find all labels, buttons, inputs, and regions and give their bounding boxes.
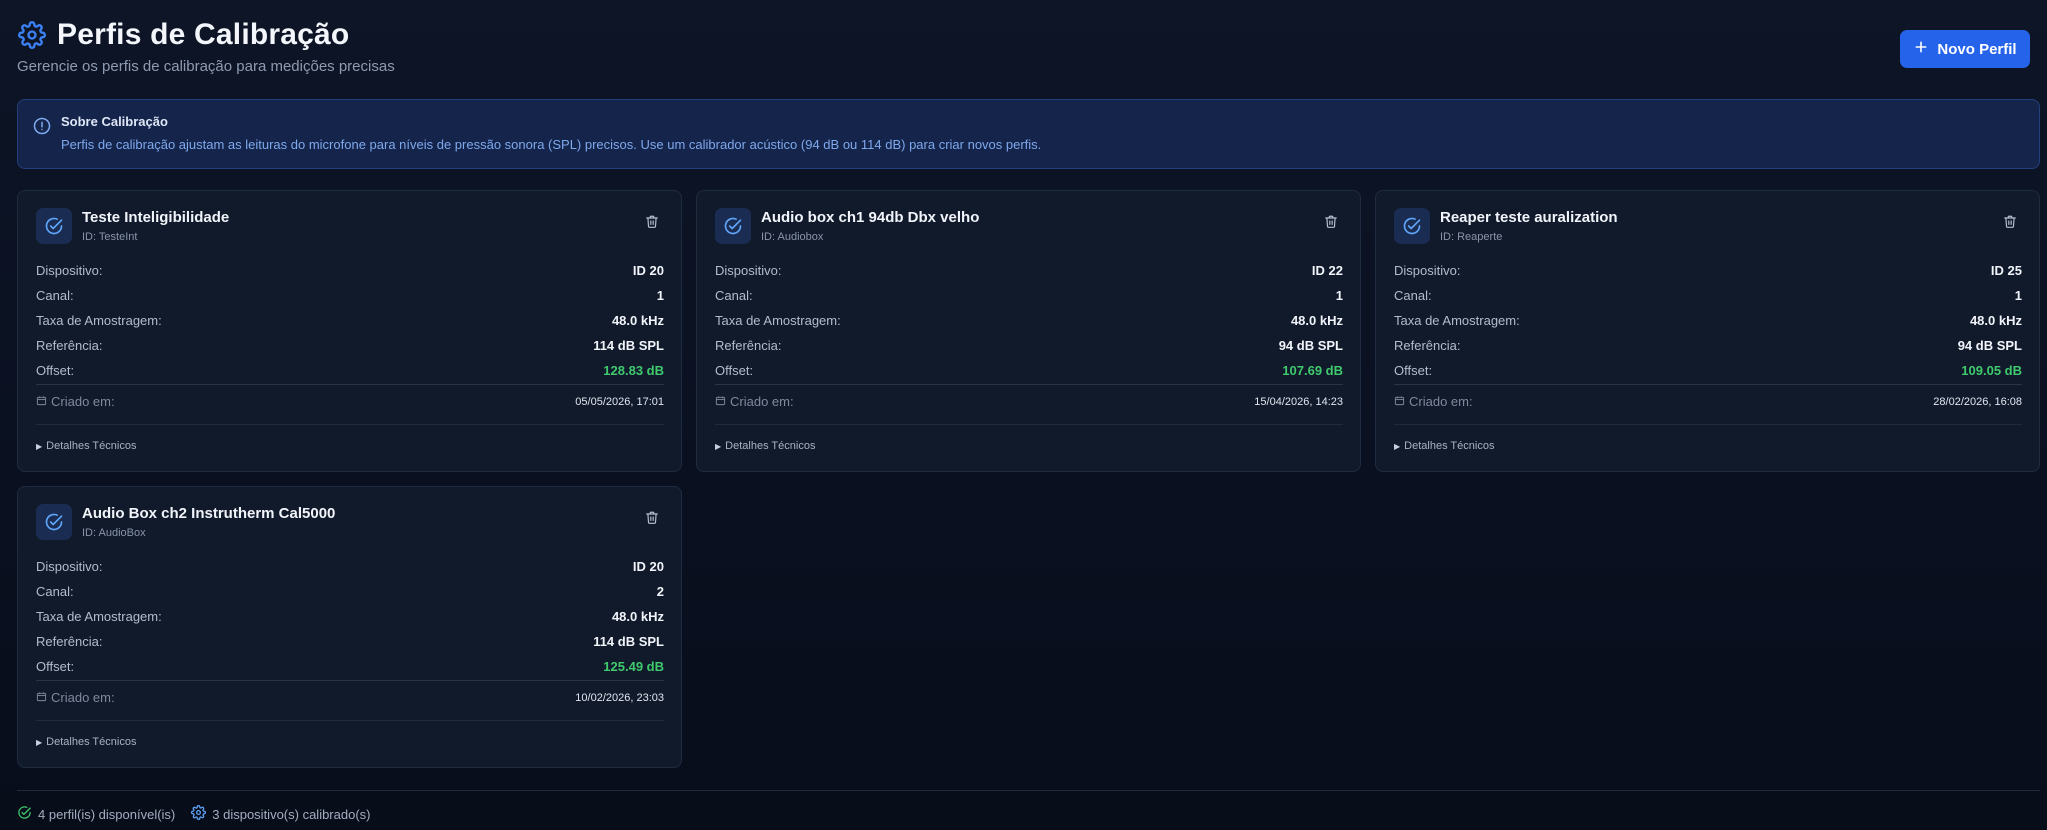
offset-row: Offset: 109.05 dB [1394, 363, 2022, 378]
device-row: Dispositivo: ID 25 [1394, 263, 2022, 278]
sample-rate-row: Taxa de Amostragem: 48.0 kHz [1394, 313, 2022, 328]
profile-id: ID: TesteInt [82, 231, 138, 243]
technical-details-toggle[interactable]: ▶ Detalhes Técnicos [1394, 440, 1494, 452]
channel-row: Canal: 2 [36, 584, 664, 599]
technical-details-toggle[interactable]: ▶ Detalhes Técnicos [715, 440, 815, 452]
triangle-right-icon: ▶ [36, 441, 43, 451]
divider [715, 424, 1343, 425]
sample-rate-row: Taxa de Amostragem: 48.0 kHz [36, 313, 664, 328]
triangle-right-icon: ▶ [36, 737, 43, 747]
technical-details-toggle[interactable]: ▶ Detalhes Técnicos [36, 736, 136, 748]
created-row: Criado em: 10/02/2026, 23:03 [36, 690, 664, 705]
divider [36, 384, 664, 385]
profile-card: Reaper teste auralization ID: Reaperte D… [1375, 190, 2040, 472]
divider [1394, 384, 2022, 385]
created-row: Criado em: 05/05/2026, 17:01 [36, 394, 664, 409]
page-subtitle: Gerencie os perfis de calibração para me… [17, 58, 395, 75]
profile-id: ID: Reaperte [1440, 231, 1503, 243]
calendar-icon [36, 690, 47, 705]
gear-icon [191, 805, 207, 823]
profile-name: Reaper teste auralization [1440, 209, 1618, 226]
profile-id: ID: AudioBox [82, 527, 146, 539]
footer-divider [17, 790, 2040, 791]
trash-icon[interactable] [645, 510, 659, 530]
calibration-info-box: Sobre Calibração Perfis de calibração aj… [17, 99, 2040, 169]
profile-name: Audio Box ch2 Instrutherm Cal5000 [82, 505, 336, 522]
divider [36, 680, 664, 681]
profile-card: Audio box ch1 94db Dbx velho ID: Audiobo… [696, 190, 1361, 472]
check-circle-icon [17, 805, 32, 823]
reference-row: Referência: 94 dB SPL [715, 338, 1343, 353]
device-row: Dispositivo: ID 20 [36, 559, 664, 574]
check-circle-icon [715, 208, 751, 244]
offset-row: Offset: 128.83 dB [36, 363, 664, 378]
profile-name: Teste Inteligibilidade [82, 209, 230, 226]
check-circle-icon [1394, 208, 1430, 244]
calendar-icon [715, 394, 726, 409]
trash-icon[interactable] [1324, 214, 1338, 234]
channel-row: Canal: 1 [715, 288, 1343, 303]
devices-count: 3 dispositivo(s) calibrado(s) [212, 806, 371, 822]
alert-circle-icon [33, 117, 51, 140]
profile-card: Teste Inteligibilidade ID: TesteInt Disp… [17, 190, 682, 472]
offset-row: Offset: 107.69 dB [715, 363, 1343, 378]
plus-icon [1913, 39, 1929, 59]
divider [1394, 424, 2022, 425]
created-row: Criado em: 28/02/2026, 16:08 [1394, 394, 2022, 409]
info-text: Perfis de calibração ajustam as leituras… [61, 137, 1042, 152]
calendar-icon [1394, 394, 1405, 409]
sample-rate-row: Taxa de Amostragem: 48.0 kHz [36, 609, 664, 624]
reference-row: Referência: 114 dB SPL [36, 338, 664, 353]
check-circle-icon [36, 208, 72, 244]
profile-name: Audio box ch1 94db Dbx velho [761, 209, 980, 226]
triangle-right-icon: ▶ [715, 441, 722, 451]
profile-id: ID: Audiobox [761, 231, 824, 243]
triangle-right-icon: ▶ [1394, 441, 1401, 451]
channel-row: Canal: 1 [36, 288, 664, 303]
new-profile-label: Novo Perfil [1937, 40, 2017, 58]
device-row: Dispositivo: ID 20 [36, 263, 664, 278]
technical-details-toggle[interactable]: ▶ Detalhes Técnicos [36, 440, 136, 452]
trash-icon[interactable] [2003, 214, 2017, 234]
divider [36, 720, 664, 721]
profiles-count: 4 perfil(is) disponível(is) [38, 806, 176, 822]
divider [36, 424, 664, 425]
gear-icon [17, 20, 47, 50]
device-row: Dispositivo: ID 22 [715, 263, 1343, 278]
profile-card: Audio Box ch2 Instrutherm Cal5000 ID: Au… [17, 486, 682, 768]
check-circle-icon [36, 504, 72, 540]
sample-rate-row: Taxa de Amostragem: 48.0 kHz [715, 313, 1343, 328]
created-row: Criado em: 15/04/2026, 14:23 [715, 394, 1343, 409]
page-header: Perfis de Calibração Gerencie os perfis … [17, 18, 2030, 80]
info-title: Sobre Calibração [61, 114, 168, 129]
offset-row: Offset: 125.49 dB [36, 659, 664, 674]
page-title: Perfis de Calibração [57, 18, 350, 51]
reference-row: Referência: 94 dB SPL [1394, 338, 2022, 353]
channel-row: Canal: 1 [1394, 288, 2022, 303]
new-profile-button[interactable]: Novo Perfil [1900, 30, 2030, 68]
reference-row: Referência: 114 dB SPL [36, 634, 664, 649]
trash-icon[interactable] [645, 214, 659, 234]
footer-summary: 4 perfil(is) disponível(is) 3 dispositiv… [17, 805, 371, 823]
divider [715, 384, 1343, 385]
calendar-icon [36, 394, 47, 409]
